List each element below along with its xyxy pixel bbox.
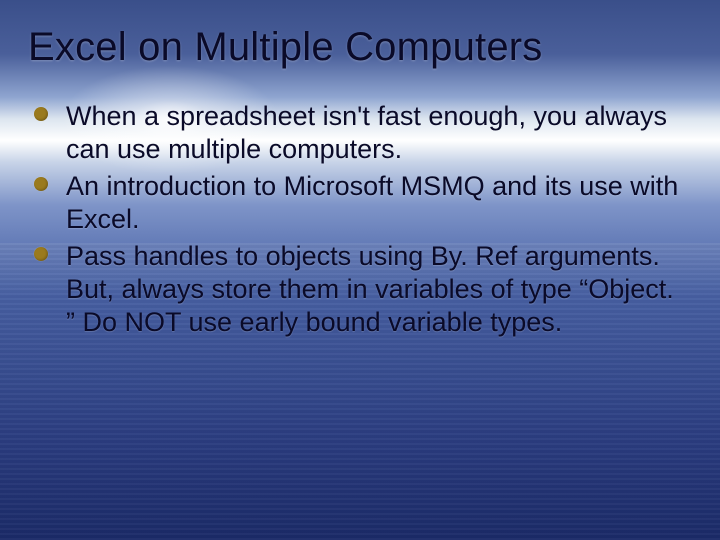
list-item: An introduction to Microsoft MSMQ and it… bbox=[34, 170, 686, 236]
list-item: When a spreadsheet isn't fast enough, yo… bbox=[34, 100, 686, 166]
bullet-list: When a spreadsheet isn't fast enough, yo… bbox=[34, 100, 686, 339]
list-item: Pass handles to objects using By. Ref ar… bbox=[34, 240, 686, 339]
slide: Excel on Multiple Computers When a sprea… bbox=[0, 0, 720, 540]
slide-title: Excel on Multiple Computers bbox=[28, 24, 692, 70]
